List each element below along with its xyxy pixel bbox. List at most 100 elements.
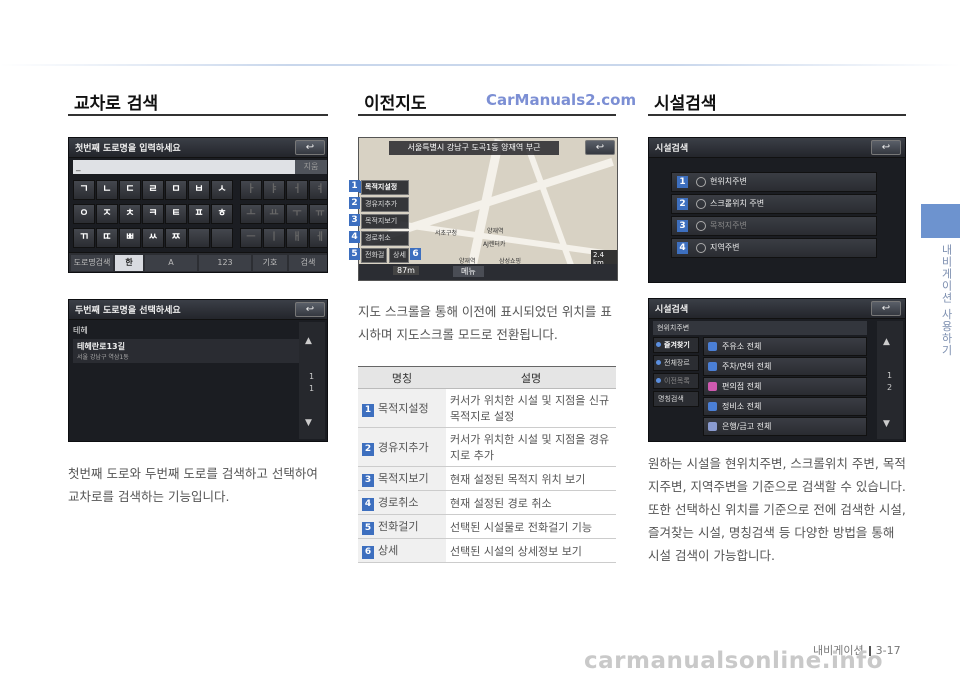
back-button[interactable]: ↩ (871, 301, 901, 316)
keyboard-key[interactable]: ㅗ (240, 204, 262, 224)
facility-option[interactable]: 스크롤위치 주변 (671, 194, 877, 214)
keyboard-key[interactable]: ㅆ (142, 228, 164, 248)
keyboard-key[interactable]: ㅋ (142, 204, 164, 224)
back-button[interactable]: ↩ (585, 140, 615, 155)
tab-current-location[interactable]: 현위치주변 (653, 321, 867, 335)
map-bottom-bar: 87m 메뉴 (359, 264, 617, 280)
cancel-route-button[interactable]: 경로취소 (361, 231, 409, 246)
table-cell-name: 2 경유지추가 (358, 427, 446, 467)
side-label: 즐겨찾기 (664, 341, 690, 349)
screen-title: 두번째 도로명을 선택하세요 (75, 306, 181, 316)
keyboard-key[interactable]: ㅌ (165, 204, 187, 224)
facility-option[interactable]: 목적지주변 (671, 216, 877, 236)
map-screen[interactable]: 서울특별시 강남구 도곡1동 양재역 부근 ↩ 서초구청 양재역 AJ렌터카 양… (358, 137, 618, 281)
category-item[interactable]: 은행/금고 전체 (703, 417, 867, 436)
add-waypoint-button[interactable]: 경유지추가 (361, 197, 409, 212)
keyboard-key[interactable]: ㅅ (211, 180, 233, 200)
table-cell-description: 선택된 시설의 상세정보 보기 (446, 538, 616, 563)
keyboard-key[interactable]: ㅛ (263, 204, 285, 224)
detail-button[interactable]: 상세 (389, 248, 409, 263)
mode-symbol[interactable]: 기호 (253, 255, 287, 271)
map-address-header: 서울특별시 강남구 도곡1동 양재역 부근 (389, 141, 559, 155)
side-favorites[interactable]: 즐겨찾기 (653, 337, 699, 353)
delete-button[interactable]: 지움 (295, 160, 327, 174)
keyboard-key[interactable]: ㄷ (119, 180, 141, 200)
mode-number[interactable]: 123 (199, 255, 251, 271)
button-name: 상세 (378, 544, 399, 557)
scroll-down-icon[interactable]: ▼ (883, 419, 890, 429)
table-row: 1 목적지설정 커서가 위치한 시설 및 지점을 신규 목적지로 설정 (358, 388, 616, 428)
side-previous-list[interactable]: 이전목록 (653, 373, 699, 389)
road-name-input[interactable]: _ (73, 160, 327, 174)
keyboard-key[interactable]: ㅊ (119, 204, 141, 224)
category-item[interactable]: 편의점 전체 (703, 377, 867, 396)
scrollbar[interactable]: ▲ 1 1 ▼ (299, 322, 325, 439)
facility-description: 원하는 시설을 현위치주변, 스크롤위치 주변, 목적지주변, 지역주변을 기준… (648, 456, 906, 563)
side-all-genre[interactable]: 전체장르 (653, 355, 699, 371)
keyboard-key[interactable]: ㅓ (286, 180, 308, 200)
keyboard-key[interactable]: ㄱ (73, 180, 95, 200)
keyboard-key[interactable]: ㅐ (286, 228, 308, 248)
keyboard-key[interactable]: ㅡ (240, 228, 262, 248)
search-keyword: 테헤 (73, 326, 88, 335)
mode-korean[interactable]: 한 (115, 255, 143, 271)
scrollbar[interactable]: ▲ 1 2 ▼ (877, 321, 903, 439)
list-item-address: 서울 강남구 역삼1동 (77, 354, 129, 361)
list-item[interactable]: 테헤란로13길 서울 강남구 역삼1동 (73, 339, 303, 363)
category-item[interactable]: 주차/면허 전체 (703, 357, 867, 376)
keyboard-key[interactable]: ㅍ (188, 204, 210, 224)
keyboard-key[interactable]: ㅃ (119, 228, 141, 248)
view-destination-button[interactable]: 목적지보기 (361, 214, 409, 229)
call-button[interactable]: 전화걸기 (361, 248, 387, 272)
table-cell-description: 선택된 시설물로 전화걸기 기능 (446, 514, 616, 539)
keyboard-key[interactable]: ㅂ (188, 180, 210, 200)
facility-option[interactable]: 지역주변 (671, 238, 877, 258)
keyboard-key[interactable]: ㅑ (263, 180, 285, 200)
keyboard-key[interactable]: ㅁ (165, 180, 187, 200)
keyboard-key[interactable]: ㅜ (286, 204, 308, 224)
side-name-search[interactable]: 명칭검색 (653, 391, 699, 407)
keyboard-key[interactable]: ㅇ (73, 204, 95, 224)
category-item[interactable]: 주유소 전체 (703, 337, 867, 356)
keyboard-key[interactable]: ㅉ (165, 228, 187, 248)
list-item-title: 테헤란로13길 (77, 342, 125, 351)
keyboard-key[interactable]: ㅈ (96, 204, 118, 224)
callout-number: 3 (677, 220, 688, 232)
keyboard-key[interactable]: ㄴ (96, 180, 118, 200)
keyboard-key[interactable]: ㅎ (211, 204, 233, 224)
chapter-label: 내비게이션 사용하기 (940, 244, 953, 357)
callout-number: 1 (677, 176, 688, 188)
back-button[interactable]: ↩ (871, 140, 901, 155)
scroll-down-icon[interactable]: ▼ (305, 418, 312, 428)
back-button[interactable]: ↩ (295, 302, 325, 317)
keyboard-key[interactable]: ㅠ (309, 204, 327, 224)
button-name: 경유지추가 (378, 440, 429, 454)
keyboard-key[interactable]: ㅔ (309, 228, 327, 248)
screen-title: 시설검색 (655, 144, 689, 154)
keyboard-key[interactable] (188, 228, 210, 248)
keyboard-key[interactable] (211, 228, 233, 248)
keyboard-key[interactable]: ㅏ (240, 180, 262, 200)
repair-shop-icon (708, 402, 717, 411)
scroll-up-icon[interactable]: ▲ (305, 336, 312, 346)
facility-option-label: 현위치주변 (710, 177, 747, 186)
set-destination-button[interactable]: 목적지설정 (361, 180, 409, 195)
mode-alpha[interactable]: A (145, 255, 197, 271)
keyboard-key[interactable]: ㄸ (96, 228, 118, 248)
back-button[interactable]: ↩ (295, 140, 325, 155)
table-cell-description: 커서가 위치한 시설 및 지점을 신규 목적지로 설정 (446, 388, 616, 428)
scroll-up-icon[interactable]: ▲ (883, 337, 890, 347)
bottom-watermark: carmanualsonline.info (584, 648, 884, 674)
crosshair-icon (696, 199, 706, 209)
keyboard-key[interactable]: ㅕ (309, 180, 327, 200)
menu-button[interactable]: 메뉴 (453, 266, 484, 277)
mode-road[interactable]: 도로명검색 (71, 255, 113, 271)
facility-option[interactable]: 현위치주변 (671, 172, 877, 192)
section-title: 시설검색 (654, 94, 717, 114)
table-cell-description: 커서가 위치한 시설 및 지점을 경유지로 추가 (446, 427, 616, 467)
keyboard-key[interactable]: ㅣ (263, 228, 285, 248)
keyboard-key[interactable]: ㄹ (142, 180, 164, 200)
search-button[interactable]: 검색 (289, 255, 327, 271)
category-item[interactable]: 정비소 전체 (703, 397, 867, 416)
keyboard-key[interactable]: ㄲ (73, 228, 95, 248)
